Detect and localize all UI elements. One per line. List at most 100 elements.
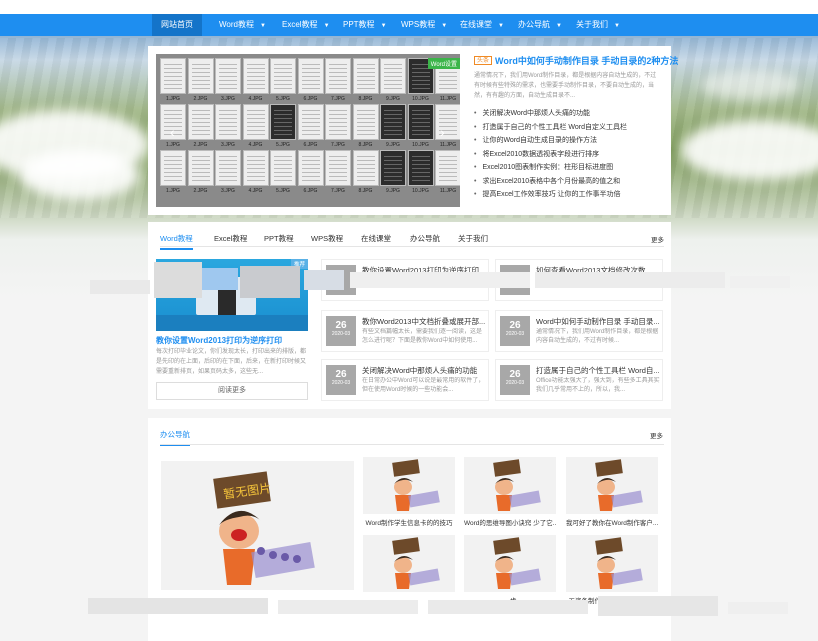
date-day: 26 xyxy=(509,369,521,380)
thumbnail-lines xyxy=(219,110,237,136)
nav-item-home[interactable]: 网站首页 xyxy=(152,14,202,36)
nav-item-word[interactable]: Word教程 ▼ xyxy=(219,14,266,36)
article-item[interactable]: 26 2020-03 关闭解决Word中那烦人头痛的功能 在日常办公中Word可以… xyxy=(321,359,489,401)
thumbnail-label: 10.JPG xyxy=(412,142,429,148)
thumbnail-label: 4.JPG xyxy=(248,188,263,194)
thumbnail-label: 10.JPG xyxy=(412,188,429,194)
nav-item-excel[interactable]: Excel教程 ▼ xyxy=(282,14,330,36)
slider-thumbnail xyxy=(297,150,324,186)
slider-next-icon[interactable]: › xyxy=(440,124,445,140)
article-title: 关闭解决Word中那烦人头痛的功能 xyxy=(362,366,478,375)
tab-office-nav[interactable]: 办公导航 xyxy=(410,233,440,244)
thumbnail-label: 10.JPG xyxy=(412,96,429,102)
no-image-icon xyxy=(493,459,541,511)
grid-thumbnail[interactable] xyxy=(363,457,455,514)
thumbnail-label: 9.JPG xyxy=(386,96,400,102)
slider-thumbnail xyxy=(435,104,460,140)
thumbnail-label: 5.JPG xyxy=(276,96,290,102)
slider-thumbnail xyxy=(187,104,214,140)
list-item[interactable]: 提高Excel工作效率技巧 让你的工作事半功倍 xyxy=(474,188,664,202)
tab-wps[interactable]: WPS教程 xyxy=(311,233,343,244)
thumbnail-lines xyxy=(191,64,210,90)
privacy-mosaic xyxy=(90,262,790,298)
featured-article-title[interactable]: 教你设置Word2013打印为逆序打印 xyxy=(156,335,282,346)
nav-item-label: WPS教程 xyxy=(401,20,436,29)
article-summary: 在日常办公中Word可以说是最常用的软件了，但在使用Word时候的一些功能会..… xyxy=(362,378,485,393)
slider-thumbnail xyxy=(435,150,460,186)
nav-item-label: PPT教程 xyxy=(343,20,375,29)
chevron-down-icon: ▼ xyxy=(323,23,330,29)
headline-title[interactable]: Word中如何手动制作目录 手动目录的2种方法 xyxy=(495,54,678,67)
thumbnail-lines xyxy=(164,64,182,90)
slider-thumbnail xyxy=(160,150,186,186)
grid-thumbnail[interactable] xyxy=(566,535,658,592)
grid-thumbnail[interactable] xyxy=(464,535,556,592)
more-link[interactable]: 更多 xyxy=(650,430,663,440)
tab-word[interactable]: Word教程 xyxy=(160,233,193,250)
thumbnail-lines xyxy=(301,156,320,182)
grid-caption[interactable]: 我可好了教你在Word制作客户... xyxy=(566,517,658,527)
grid-caption[interactable]: Word的思维导图小诀窍 少了它... xyxy=(464,517,556,527)
thumbnail-label: 2.JPG xyxy=(193,188,208,194)
no-image-icon xyxy=(392,459,440,511)
image-slider[interactable]: 1.JPG 2.JPG 3.JPG 4.JPG 5.JPG 6.JPG 7.JPG 8.JPG… xyxy=(156,54,460,207)
list-item[interactable]: 关闭解决Word中那烦人头痛的功能 xyxy=(474,107,664,121)
grid-thumbnail[interactable] xyxy=(363,535,455,592)
nav-item-label: 网站首页 xyxy=(161,20,193,29)
chevron-down-icon: ▼ xyxy=(556,23,562,29)
thumbnail-lines xyxy=(384,110,402,136)
article-item[interactable]: 26 2020-03 打造属于自己的个性工具栏 Word自... Office功能… xyxy=(495,359,663,401)
article-item[interactable]: 26 2020-03 Word中如何手动制作目录 手动目录... 通常情况下，我们… xyxy=(495,310,663,352)
slider-thumbnail xyxy=(242,150,269,186)
slider-thumbnail xyxy=(215,104,241,140)
tab-online-class[interactable]: 在线课堂 xyxy=(361,233,391,244)
thumbnail-lines xyxy=(246,64,265,90)
list-item[interactable]: Excel2010图表制作实例：柱形目标进度图 xyxy=(474,161,664,175)
nav-item-label: 关于我们 xyxy=(576,20,608,29)
nav-item-about[interactable]: 关于我们 ▼ xyxy=(576,14,620,36)
slider-thumbnail xyxy=(325,58,351,94)
more-link[interactable]: 更多 xyxy=(651,234,664,244)
nav-item-ppt[interactable]: PPT教程 ▼ xyxy=(343,14,387,36)
thumbnail-lines xyxy=(274,110,292,136)
list-item[interactable]: 打造属于自己的个性工具栏 Word自定义工具栏 xyxy=(474,121,664,135)
nav-item-online-class[interactable]: 在线课堂 ▼ xyxy=(460,14,504,36)
slider-thumbnail xyxy=(325,104,351,140)
read-more-button[interactable]: 阅读更多 xyxy=(156,382,308,400)
tab-about[interactable]: 关于我们 xyxy=(458,233,488,244)
thumbnail-label: 3.JPG xyxy=(221,96,235,102)
thumbnail-label: 4.JPG xyxy=(248,142,263,148)
list-item[interactable]: 让你的Word自动生成目录的操作方法 xyxy=(474,134,664,148)
no-image-icon xyxy=(493,537,541,589)
thumbnail-lines xyxy=(191,110,210,136)
list-item[interactable]: 求出Excel2010表格中各个月份最高的值之和 xyxy=(474,175,664,189)
slider-thumbnail xyxy=(297,104,324,140)
slider-prev-icon[interactable]: ‹ xyxy=(170,124,175,140)
grid-thumbnail[interactable] xyxy=(464,457,556,514)
thumbnail-label: 3.JPG xyxy=(221,142,235,148)
thumbnail-label: 8.JPG xyxy=(358,188,373,194)
slider-thumbnail xyxy=(352,104,379,140)
thumbnail-lines xyxy=(274,64,292,90)
list-item[interactable]: 将Excel2010数据透视表字段进行排序 xyxy=(474,148,664,162)
thumbnail-label: 4.JPG xyxy=(248,96,263,102)
tab-excel[interactable]: Excel教程 xyxy=(214,233,247,244)
thumbnail-lines xyxy=(329,64,347,90)
article-title: 教你Word2013中文档折叠或展开部... xyxy=(362,317,486,326)
article-item[interactable]: 26 2020-03 教你Word2013中文档折叠或展开部... 有些文档篇幅太… xyxy=(321,310,489,352)
grid-thumbnail[interactable] xyxy=(566,457,658,514)
no-image-placeholder[interactable]: 暂无图片 xyxy=(161,461,354,590)
thumbnail-label: 8.JPG xyxy=(358,142,373,148)
thumbnail-lines xyxy=(356,64,375,90)
article-summary: 通常情况下，我们用Word制作目录，都是根据内容自动生成的，不过有时候... xyxy=(536,329,659,344)
no-image-illustration: 暂无图片 xyxy=(213,471,315,585)
thumbnail-label: 7.JPG xyxy=(331,142,345,148)
thumbnail-lines xyxy=(384,64,402,90)
nav-item-office-nav[interactable]: 办公导航 ▼ xyxy=(518,14,562,36)
slider-thumbnail xyxy=(352,150,379,186)
nav-item-wps[interactable]: WPS教程 ▼ xyxy=(401,14,447,36)
tab-ppt[interactable]: PPT教程 xyxy=(264,233,294,244)
grid-caption[interactable]: Word制作学生信息卡的的技巧 xyxy=(363,517,455,527)
thumbnail-lines xyxy=(411,110,430,136)
date-month: 2020-03 xyxy=(331,331,351,337)
